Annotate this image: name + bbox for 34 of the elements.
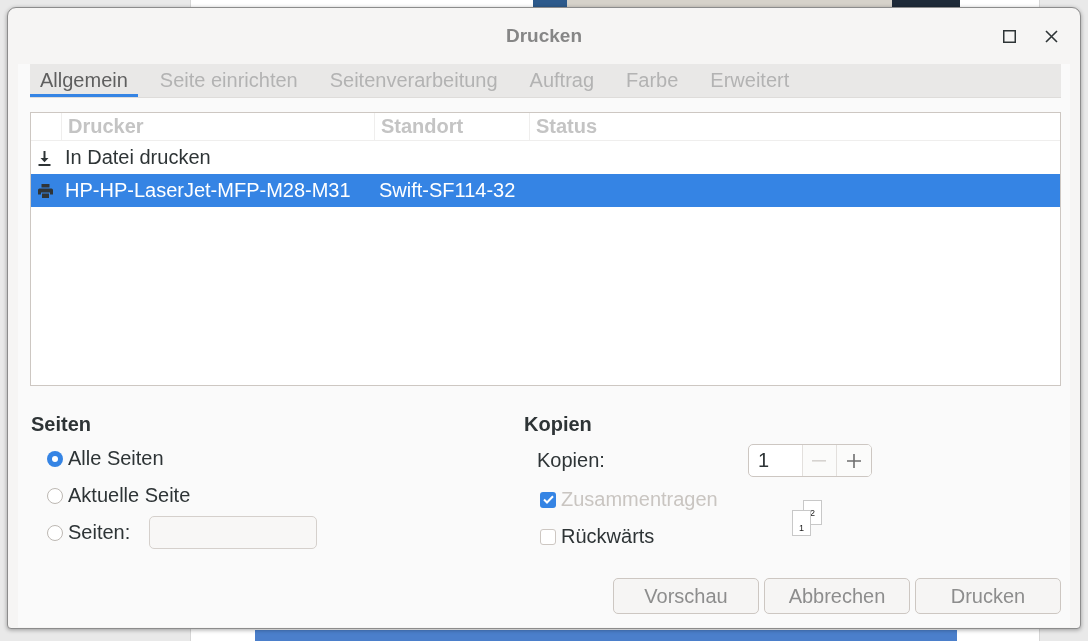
- checkbox-label[interactable]: Rückwärts: [561, 525, 655, 548]
- section-heading: Seiten: [31, 412, 92, 436]
- printer-name: HP-HP-LaserJet-MFP-M28-M31: [64, 179, 351, 202]
- printer-row[interactable]: HP-HP-LaserJet-MFP-M28-M31 Swift-SF114-32: [31, 174, 1060, 207]
- close-icon[interactable]: [1045, 29, 1058, 43]
- download-icon: [38, 149, 51, 166]
- page-range-field[interactable]: [149, 516, 318, 549]
- printer-row[interactable]: In Datei drucken: [31, 141, 1060, 174]
- column-header: Status: [529, 113, 1060, 140]
- maximize-icon[interactable]: [1003, 29, 1016, 43]
- dialog-button[interactable]: Abbrechen: [764, 578, 910, 614]
- section-heading: Kopien: [524, 412, 592, 436]
- radio-button[interactable]: [47, 524, 63, 541]
- tab[interactable]: Allgemein: [30, 64, 138, 97]
- radio-button[interactable]: [47, 450, 63, 467]
- copies-label: Kopien:: [537, 449, 606, 472]
- column-header: Standort: [374, 113, 529, 140]
- increment-button[interactable]: [836, 445, 871, 476]
- dialog-button[interactable]: Drucken: [915, 578, 1061, 614]
- column-header: Drucker: [61, 113, 374, 140]
- radio-label[interactable]: Aktuelle Seite: [68, 484, 191, 507]
- page-sheet: 1: [792, 510, 811, 536]
- plus-icon: [847, 453, 862, 468]
- window-title: Drucken: [506, 25, 582, 47]
- checkbox[interactable]: [540, 528, 556, 545]
- minus-icon: [812, 459, 827, 462]
- dialog-button[interactable]: Vorschau: [613, 578, 759, 614]
- printer-icon: [38, 183, 53, 198]
- copies-field[interactable]: 1: [749, 445, 802, 476]
- printer-name: In Datei drucken: [64, 146, 211, 169]
- radio-label[interactable]: Seiten:: [68, 521, 131, 544]
- printer-location: Swift-SF114-32: [378, 179, 516, 202]
- radio-button[interactable]: [47, 487, 63, 504]
- radio-label[interactable]: Alle Seiten: [68, 447, 164, 470]
